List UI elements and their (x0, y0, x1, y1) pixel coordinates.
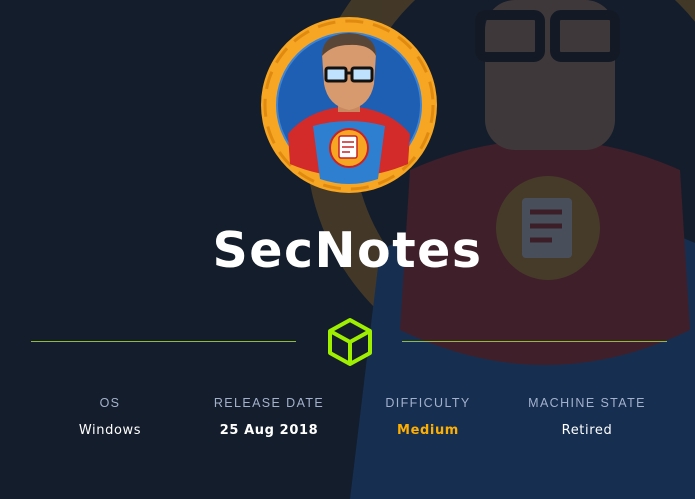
stat-difficulty: DIFFICULTY Medium (348, 396, 508, 438)
stat-machine-state: MACHINE STATE Retired (507, 396, 667, 438)
stat-release-date: RELEASE DATE 25 Aug 2018 (189, 396, 349, 438)
divider-right (402, 341, 667, 342)
stat-os-value: Windows (78, 423, 142, 438)
cube-icon (328, 318, 372, 366)
machine-avatar (261, 17, 437, 193)
stat-machine-state-value: Retired (561, 423, 613, 438)
stat-difficulty-value: Medium (397, 423, 459, 438)
stat-difficulty-label: DIFFICULTY (385, 396, 471, 410)
stat-os-label: OS (99, 396, 121, 410)
machine-name: SecNotes (212, 222, 483, 279)
stat-release-date-value: 25 Aug 2018 (219, 423, 319, 438)
divider-left (31, 341, 296, 342)
stat-release-date-label: RELEASE DATE (213, 396, 325, 410)
stat-machine-state-label: MACHINE STATE (528, 396, 646, 410)
stat-os: OS Windows (30, 396, 190, 438)
